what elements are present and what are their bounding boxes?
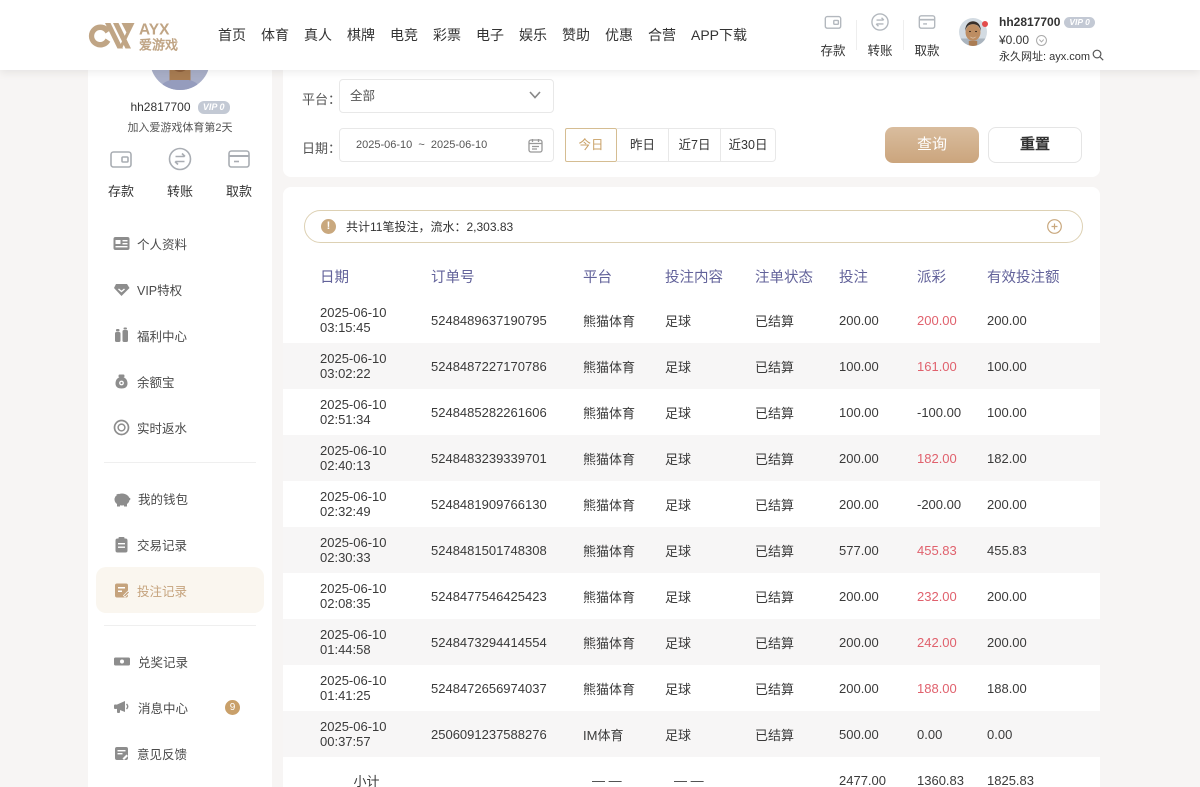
svg-text:爱游戏: 爱游戏 — [139, 38, 178, 53]
svg-text:AYX: AYX — [139, 22, 170, 39]
